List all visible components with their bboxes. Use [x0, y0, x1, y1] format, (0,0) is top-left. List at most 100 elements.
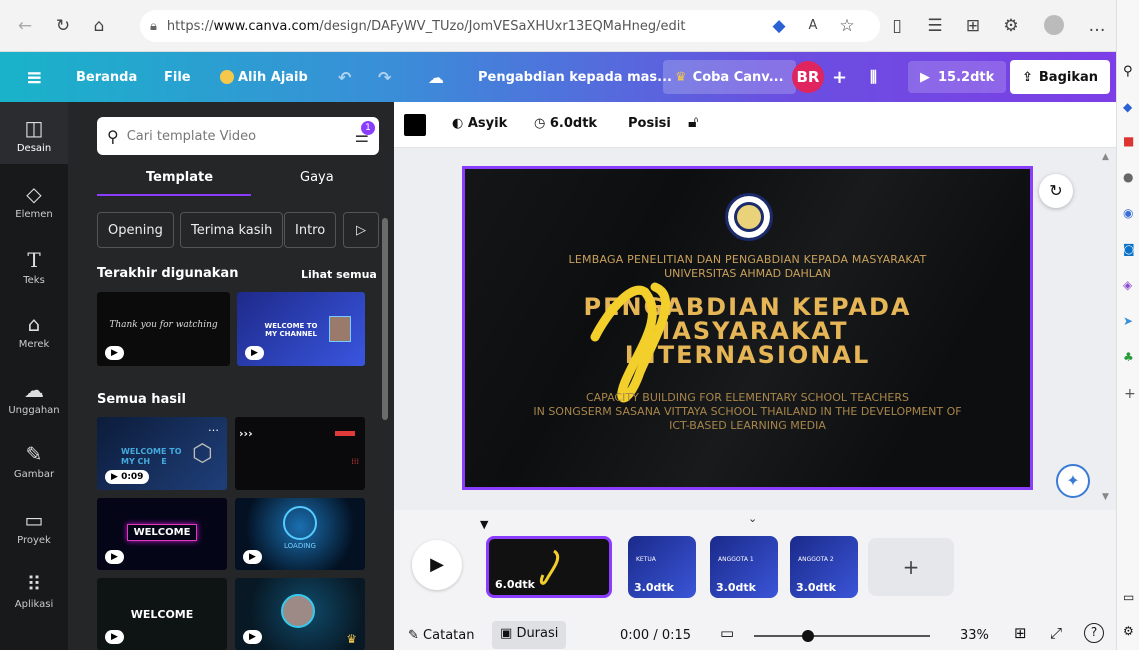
tab-style[interactable]: Gaya [300, 170, 334, 185]
timeline-clip[interactable]: ANGGOTA 2 3.0dtk [790, 536, 858, 598]
template-thumb[interactable]: WELCOME TO MY CH E ⬡ … ▶ 0:09 [97, 417, 227, 490]
split-screen-icon[interactable]: ▯ [886, 15, 908, 37]
notes-button[interactable]: ✎ Catatan [408, 628, 474, 643]
more-icon[interactable]: … [1086, 15, 1108, 37]
tree-icon[interactable]: ♣ [1123, 350, 1134, 364]
magic-switch-button[interactable]: Alih Ajaib [220, 52, 308, 102]
games-icon[interactable]: ◉ [1123, 206, 1133, 220]
template-thumb[interactable]: ♛ ▶ [235, 578, 365, 650]
home-icon[interactable]: ⌂ [88, 15, 110, 37]
undo-icon[interactable]: ↶ [338, 52, 351, 102]
insights-icon[interactable]: ⫼ [870, 52, 877, 102]
sidebar-toggle-icon[interactable]: ▭ [1123, 590, 1134, 604]
color-swatch[interactable] [404, 114, 426, 136]
editor-topbar: ≡ Beranda File Alih Ajaib ↶ ↷ ☁ Pengabdi… [0, 52, 1116, 102]
add-page-button[interactable]: + [868, 538, 954, 596]
fullscreen-icon[interactable]: ⤢ [1050, 624, 1062, 642]
regenerate-icon[interactable]: ↻ [1039, 174, 1073, 208]
more-icon[interactable]: … [208, 421, 219, 434]
nav-text[interactable]: T Teks [0, 248, 68, 286]
timeline-clip[interactable]: KETUA 3.0dtk [628, 536, 696, 598]
settings-icon[interactable]: ⚙ [1123, 624, 1134, 638]
chip-thanks[interactable]: Terima kasih [180, 212, 284, 248]
add-icon[interactable]: + [1124, 386, 1136, 402]
folder-icon: ▭ [24, 508, 44, 532]
outlook-icon[interactable]: ◙ [1123, 242, 1135, 256]
scroll-up-icon[interactable]: ▲ [1102, 152, 1109, 162]
file-menu[interactable]: File [164, 52, 191, 102]
text-icon: T [27, 248, 41, 272]
magic-assistant-icon[interactable]: ✦ [1056, 464, 1090, 498]
extensions-icon[interactable]: ⚙ [1000, 15, 1022, 37]
nav-design[interactable]: ◫ Desain [0, 102, 68, 164]
see-all-link[interactable]: Lihat semua [301, 268, 377, 281]
nav-brand[interactable]: ⌂ Merek [0, 312, 68, 350]
timeline-clip[interactable]: 6.0dtk [486, 536, 612, 598]
send-icon[interactable]: ➤ [1123, 314, 1133, 328]
tools-icon[interactable]: ■ [1123, 134, 1134, 148]
template-thumb[interactable]: WELCOME ▶ [97, 498, 227, 570]
add-collaborator-icon[interactable]: + [832, 52, 847, 102]
refresh-icon[interactable]: ↻ [52, 15, 74, 37]
lock-icon[interactable]: 🔓︎ [688, 112, 698, 132]
panel-scrollbar[interactable] [382, 218, 388, 420]
design-title[interactable]: Pengabdian kepada mas... [478, 52, 672, 102]
try-pro-button[interactable]: ♛ Coba Canv... [663, 60, 796, 94]
present-button[interactable]: ▶ 15.2dtk [908, 61, 1007, 93]
chip-next-icon[interactable]: ▷ [343, 212, 379, 248]
read-aloud-icon[interactable]: A [802, 15, 824, 37]
template-thumb[interactable]: WELCOME ▶ [97, 578, 227, 650]
play-icon: ▶ [105, 630, 124, 644]
tag-icon[interactable]: ◆ [768, 15, 790, 37]
back-icon[interactable]: ← [14, 15, 36, 37]
profile-icon[interactable] [1044, 15, 1064, 35]
nav-draw[interactable]: ✎ Gambar [0, 442, 68, 480]
browser-bar: ← ↻ ⌂ 🔒︎ https://www.canva.com/design/DA… [0, 0, 1139, 52]
position-button[interactable]: Posisi [628, 116, 671, 131]
collapse-timeline-icon[interactable]: ⌄ [748, 512, 757, 525]
nav-apps[interactable]: ⠿ Aplikasi [0, 572, 68, 610]
people-icon[interactable]: ● [1123, 170, 1133, 184]
redo-icon[interactable]: ↷ [378, 52, 391, 102]
play-button[interactable]: ▶ [412, 540, 462, 590]
menu-icon[interactable]: ≡ [26, 52, 43, 102]
favorites-list-icon[interactable]: ☰ [924, 15, 946, 37]
timing-button[interactable]: ◷ 6.0dtk [534, 116, 597, 131]
playhead[interactable]: ▼ [480, 518, 488, 531]
duration-button[interactable]: ▣ Durasi [492, 621, 567, 649]
scroll-down-icon[interactable]: ▼ [1102, 492, 1109, 502]
nav-label: Elemen [15, 209, 53, 220]
template-thumb[interactable]: WELCOME TO MY CHANNEL ▶ [237, 292, 365, 366]
search-field[interactable]: ⚲ Cari template Video ⚌ 1 [97, 117, 379, 155]
search-icon[interactable]: ⚲ [1123, 64, 1133, 79]
template-thumb[interactable]: ››› ⁞⁞⁞ [235, 417, 365, 490]
help-icon[interactable]: ? [1084, 623, 1104, 643]
home-link[interactable]: Beranda [76, 52, 137, 102]
page-view-icon[interactable]: ▭ [720, 624, 734, 642]
timeline-clip[interactable]: ANGGOTA 1 3.0dtk [710, 536, 778, 598]
duration-label: 0:09 [121, 472, 144, 482]
collections-icon[interactable]: ⊞ [962, 15, 984, 37]
chip-intro[interactable]: Intro [284, 212, 337, 248]
favorite-icon[interactable]: ☆ [836, 15, 858, 37]
try-pro-label: Coba Canv... [692, 69, 784, 85]
animate-button[interactable]: ◐ Asyik [452, 116, 507, 131]
tab-template[interactable]: Template [146, 170, 213, 185]
grid-view-icon[interactable]: ⊞ [1014, 624, 1027, 642]
cloud-saved-icon[interactable]: ☁ [428, 52, 444, 102]
zoom-slider-thumb[interactable] [802, 630, 814, 642]
template-thumb[interactable]: LOADING ▶ [235, 498, 365, 570]
zoom-slider[interactable] [754, 630, 930, 642]
template-thumb[interactable]: Thank you for watching ▶ [97, 292, 230, 366]
nav-projects[interactable]: ▭ Proyek [0, 508, 68, 546]
shopping-icon[interactable]: ◆ [1123, 100, 1132, 114]
nav-elements[interactable]: ◇ Elemen [0, 182, 68, 220]
avatar[interactable]: BR [792, 61, 824, 93]
nav-uploads[interactable]: ☁ Unggahan [0, 378, 68, 416]
clip-duration: 6.0dtk [495, 578, 535, 591]
zoom-level[interactable]: 33% [960, 628, 989, 643]
designer-icon[interactable]: ◈ [1123, 278, 1132, 292]
chip-opening[interactable]: Opening [97, 212, 174, 248]
slide-canvas[interactable]: LEMBAGA PENELITIAN DAN PENGABDIAN KEPADA… [462, 166, 1033, 490]
share-button[interactable]: ⇪ Bagikan [1010, 60, 1110, 94]
